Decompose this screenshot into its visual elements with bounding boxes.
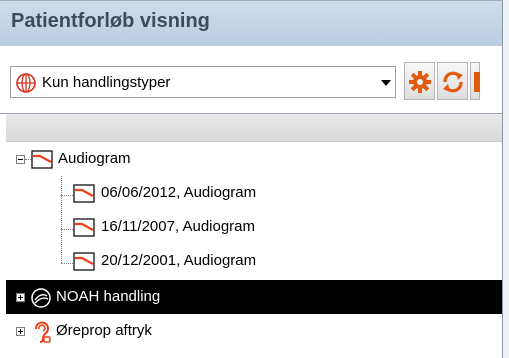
audiogram-icon — [73, 184, 95, 203]
tree-item-label: Audiogram — [58, 150, 131, 167]
settings-button[interactable] — [404, 62, 435, 100]
right-edge — [503, 0, 509, 358]
audiogram-icon — [73, 218, 95, 237]
patient-history-panel: Patientforløb visning Kun handlingstyper — [0, 0, 503, 358]
expand-icon[interactable] — [16, 293, 25, 302]
filter-value: Kun handlingstyper — [42, 74, 171, 91]
noah-icon — [31, 288, 51, 308]
tree-item-noah[interactable]: NOAH handling — [6, 280, 502, 314]
tree-item-audiogram-2007[interactable]: 16/11/2007, Audiogram — [6, 210, 502, 244]
tree-item-audiogram-2012[interactable]: 06/06/2012, Audiogram — [6, 176, 502, 210]
tree-item-label: 16/11/2007, Audiogram — [101, 218, 256, 235]
collapse-icon[interactable] — [16, 155, 25, 164]
gear-icon — [409, 71, 431, 93]
chevron-down-icon[interactable] — [381, 80, 391, 86]
tree-item-label: 06/06/2012, Audiogram — [101, 184, 257, 201]
partial-button[interactable] — [470, 62, 480, 100]
tree-item-label: Øreprop aftryk — [56, 322, 152, 339]
expand-icon[interactable] — [16, 327, 25, 336]
audiogram-icon — [73, 252, 95, 271]
refresh-icon — [443, 71, 463, 93]
partial-icon — [474, 72, 480, 92]
tree-item-earprint[interactable]: Øreprop aftryk — [6, 314, 502, 348]
globe-icon — [16, 73, 36, 93]
tree-item-audiogram[interactable]: Audiogram — [6, 142, 502, 176]
tree-item-label: NOAH handling — [56, 288, 161, 305]
title-bar: Patientforløb visning — [0, 0, 502, 46]
panel-title: Patientforløb visning — [11, 10, 210, 32]
tree-item-audiogram-2001[interactable]: 20/12/2001, Audiogram — [6, 244, 502, 278]
tree-header — [6, 114, 502, 142]
filter-dropdown[interactable]: Kun handlingstyper — [10, 66, 396, 98]
history-tree: Audiogram 06/06/2012, Audiogram 16/11/20… — [6, 142, 502, 358]
audiogram-icon — [31, 150, 53, 169]
ear-icon — [35, 321, 51, 343]
tree-item-label: 20/12/2001, Audiogram — [101, 252, 257, 269]
refresh-button[interactable] — [437, 62, 468, 100]
